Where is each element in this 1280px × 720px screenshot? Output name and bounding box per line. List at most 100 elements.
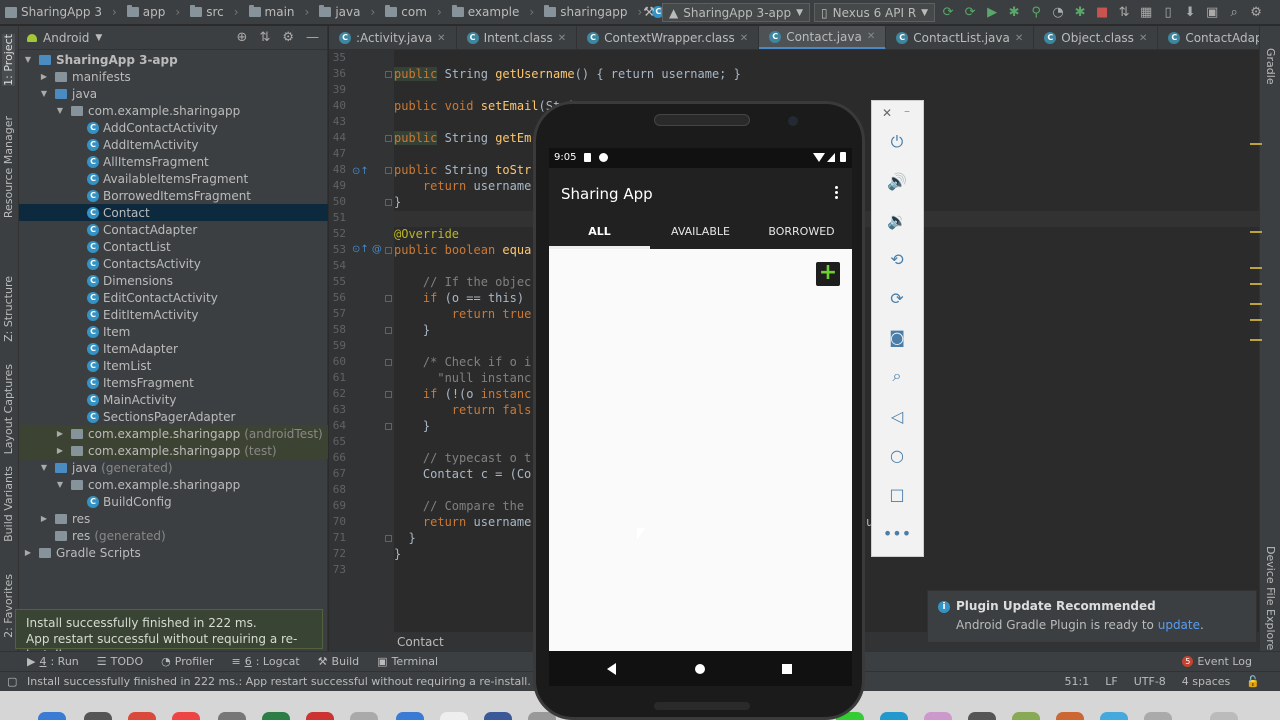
fold-marker[interactable] xyxy=(385,71,392,78)
gear-icon[interactable]: ⚙ xyxy=(1247,4,1265,22)
app-icon[interactable] xyxy=(1012,712,1040,720)
app-icon[interactable] xyxy=(128,712,156,720)
fold-marker[interactable] xyxy=(385,359,392,366)
tree-row[interactable]: C AllItemsFragment xyxy=(19,153,328,170)
close-icon[interactable]: ✕ xyxy=(1139,33,1147,44)
more-icon[interactable]: ••• xyxy=(883,522,911,544)
back-icon[interactable] xyxy=(607,663,616,675)
rotate-left-icon[interactable]: ⟲ xyxy=(886,248,908,270)
tree-row[interactable]: C ItemAdapter xyxy=(19,340,328,357)
breadcrumb-item[interactable]: example › xyxy=(447,5,539,19)
tab-borrowed[interactable]: BORROWED xyxy=(751,220,852,249)
editor-tab[interactable]: CContactAdapter.java✕ xyxy=(1158,26,1259,49)
app-icon[interactable] xyxy=(84,712,112,720)
close-icon[interactable]: ✕ xyxy=(740,33,748,44)
warning-marker[interactable] xyxy=(1250,143,1262,145)
status-message[interactable]: Install successfully finished in 222 ms.… xyxy=(27,675,616,688)
tree-row[interactable]: ▼ com.example.sharingapp xyxy=(19,476,328,493)
tree-row[interactable]: ▶ manifests xyxy=(19,68,328,85)
indent-setting[interactable]: 4 spaces xyxy=(1182,675,1231,688)
tree-row[interactable]: C ItemList xyxy=(19,357,328,374)
tool-window--project[interactable]: 1: Project xyxy=(2,34,15,86)
sync-icon[interactable]: ⇅ xyxy=(1115,4,1133,22)
close-icon[interactable]: ✕ xyxy=(867,31,875,42)
expand-toggle-icon[interactable]: ▼ xyxy=(39,463,49,472)
breadcrumb-item[interactable]: com › xyxy=(380,5,446,19)
editor-tab[interactable]: C Object.class ✕ xyxy=(1034,26,1159,49)
event-log-button[interactable]: 5 Event Log xyxy=(1182,655,1252,668)
breadcrumb-item[interactable]: java › xyxy=(314,5,380,19)
warning-marker[interactable] xyxy=(1250,303,1262,305)
app-icon[interactable] xyxy=(172,712,200,720)
tree-row[interactable]: ▼ com.example.sharingapp xyxy=(19,102,328,119)
tree-row[interactable]: C ContactsActivity xyxy=(19,255,328,272)
warning-marker[interactable] xyxy=(1250,283,1262,285)
overflow-menu-icon[interactable] xyxy=(835,186,839,200)
tool-window-build[interactable]: ⚒ Build xyxy=(309,655,369,668)
camera-icon[interactable]: ◙ xyxy=(886,326,908,348)
power-icon[interactable]: ⏻ xyxy=(886,131,908,153)
device-selector[interactable]: ▯ Nexus 6 API R ▼ xyxy=(814,3,936,22)
close-icon[interactable]: ✕ xyxy=(882,106,892,120)
app-icon[interactable] xyxy=(1056,712,1084,720)
hide-icon[interactable]: — xyxy=(306,30,319,45)
tab-available[interactable]: AVAILABLE xyxy=(650,220,751,249)
tree-row[interactable]: C ContactAdapter xyxy=(19,221,328,238)
tree-row[interactable]: C ItemsFragment xyxy=(19,374,328,391)
tree-row[interactable]: ▼ java (generated) xyxy=(19,459,328,476)
layout-inspector-icon[interactable]: ▣ xyxy=(1203,4,1221,22)
emulator-screen[interactable]: 9:05 Sharing App ALL AVAILABLE BORROWED … xyxy=(549,148,852,686)
app-icon[interactable] xyxy=(306,712,334,720)
overview-icon[interactable]: □ xyxy=(886,483,908,505)
tool-window-run[interactable]: ▶ 4: Run xyxy=(18,655,88,668)
add-item-button[interactable]: + xyxy=(816,262,840,286)
hammer-icon[interactable]: ⚒ xyxy=(640,4,658,22)
volume-down-icon[interactable]: 🔉 xyxy=(886,209,908,231)
expand-toggle-icon[interactable]: ▶ xyxy=(39,72,49,81)
collapse-icon[interactable]: ⇅ xyxy=(259,30,270,45)
app-icon[interactable] xyxy=(1100,712,1128,720)
apply-changes-icon[interactable]: ⟳ xyxy=(961,4,979,22)
profile-icon[interactable]: ◔ xyxy=(1049,4,1067,22)
search-icon[interactable]: ⌕ xyxy=(1225,4,1243,22)
tool-window-terminal[interactable]: ▣ Terminal xyxy=(368,655,447,668)
refresh-icon[interactable]: ⟳ xyxy=(939,4,957,22)
app-icon[interactable] xyxy=(218,712,246,720)
breadcrumb-item[interactable]: src › xyxy=(185,5,243,19)
breadcrumb-item[interactable]: app › xyxy=(122,5,185,19)
expand-toggle-icon[interactable]: ▼ xyxy=(55,106,65,115)
tab-all[interactable]: ALL xyxy=(549,220,650,249)
tool-window-profiler[interactable]: ◔ Profiler xyxy=(152,655,222,668)
warning-marker[interactable] xyxy=(1250,339,1262,341)
update-link[interactable]: update xyxy=(1158,618,1200,632)
tree-row[interactable]: C Contact xyxy=(19,204,328,221)
close-icon[interactable]: ✕ xyxy=(1015,33,1023,44)
expand-toggle-icon[interactable]: ▶ xyxy=(55,429,65,438)
lock-icon[interactable]: 🔓 xyxy=(1246,675,1260,688)
tree-row[interactable]: C Item xyxy=(19,323,328,340)
editor-tab[interactable]: C:Activity.java ✕ xyxy=(329,26,457,49)
fold-marker[interactable] xyxy=(385,247,392,254)
fold-marker[interactable] xyxy=(385,135,392,142)
expand-toggle-icon[interactable]: ▶ xyxy=(23,548,33,557)
fold-marker[interactable] xyxy=(385,327,392,334)
close-icon[interactable]: ✕ xyxy=(437,33,445,44)
app-icon[interactable] xyxy=(968,712,996,720)
rotate-right-icon[interactable]: ⟳ xyxy=(886,287,908,309)
fold-marker[interactable] xyxy=(385,391,392,398)
expand-toggle-icon[interactable]: ▶ xyxy=(39,514,49,523)
fold-marker[interactable] xyxy=(385,167,392,174)
caret-position[interactable]: 51:1 xyxy=(1065,675,1090,688)
layout-icon[interactable]: ▢ xyxy=(7,675,17,688)
override-icon[interactable]: ⊙↑ xyxy=(352,166,369,177)
warning-marker[interactable] xyxy=(1250,319,1262,321)
locate-icon[interactable]: ⊕ xyxy=(237,30,248,45)
tool-window-layout-captures[interactable]: Layout Captures xyxy=(2,364,15,454)
zoom-icon[interactable]: ⌕ xyxy=(886,365,908,387)
tool-window-device-file-explorer[interactable]: Device File Explorer xyxy=(1264,546,1277,655)
app-icon[interactable] xyxy=(484,712,512,720)
app-icon[interactable] xyxy=(262,712,290,720)
app-icon[interactable] xyxy=(880,712,908,720)
fold-marker[interactable] xyxy=(385,535,392,542)
tree-row[interactable]: C Dimensions xyxy=(19,272,328,289)
